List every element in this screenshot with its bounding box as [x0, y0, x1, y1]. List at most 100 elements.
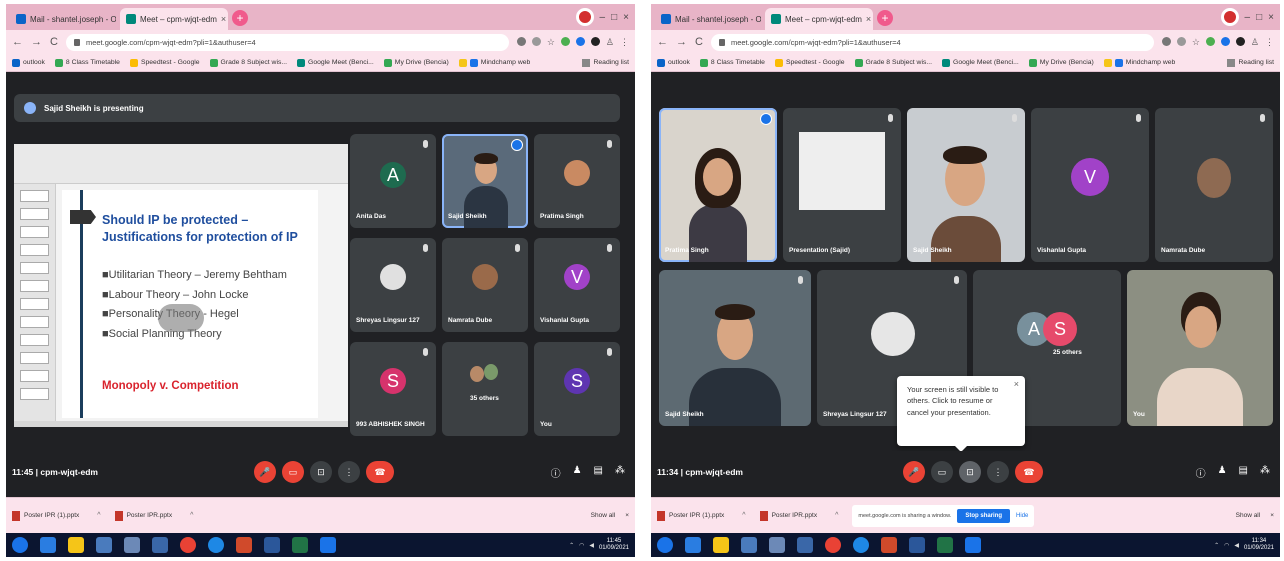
url-input[interactable]: meet.google.com/cpm-wjqt-edm?pli=1&authu…: [65, 33, 509, 51]
end-call-button[interactable]: ☎: [1015, 461, 1043, 483]
clock[interactable]: 11:34 01/09/2021: [1244, 538, 1274, 552]
participant-tile[interactable]: Shreyas Lingsur 127: [350, 238, 436, 332]
edge-icon[interactable]: [40, 537, 56, 553]
maximize-icon[interactable]: □: [1256, 12, 1262, 23]
tray-icon[interactable]: ⌃: [1214, 542, 1219, 549]
camera-toggle-button[interactable]: ▭: [931, 461, 953, 483]
download-item[interactable]: Poster IPR.pptx ^: [759, 510, 838, 521]
participant-tile[interactable]: A Anita Das: [350, 134, 436, 228]
bookmark-item[interactable]: My Drive (Bencia): [1028, 58, 1094, 67]
app-icon[interactable]: [152, 537, 168, 553]
participant-tile[interactable]: Sajid Sheikh: [907, 108, 1025, 262]
camera-icon[interactable]: [1161, 36, 1171, 46]
bookmark-item[interactable]: My Drive (Bencia): [383, 58, 449, 67]
new-tab-button[interactable]: +: [877, 10, 893, 26]
app-icon[interactable]: [741, 537, 757, 553]
mic-toggle-button[interactable]: 🎤: [903, 461, 925, 483]
menu-icon[interactable]: ⋮: [1265, 37, 1274, 48]
hide-button[interactable]: Hide: [1016, 513, 1028, 519]
chevron-up-icon[interactable]: ^: [97, 512, 100, 519]
wifi-icon[interactable]: ◠: [579, 542, 584, 549]
show-all-button[interactable]: Show all: [591, 512, 616, 519]
forward-icon[interactable]: →: [676, 36, 687, 48]
close-icon[interactable]: ×: [221, 14, 226, 24]
powerpoint-icon[interactable]: [236, 537, 252, 553]
share-icon[interactable]: [1176, 36, 1186, 46]
chrome-icon[interactable]: [825, 537, 841, 553]
bookmark-item[interactable]: Google Meet (Benci...: [297, 58, 374, 67]
app-icon[interactable]: [124, 537, 140, 553]
star-icon[interactable]: ☆: [1192, 37, 1200, 48]
app-icon[interactable]: [320, 537, 336, 553]
star-icon[interactable]: ☆: [547, 37, 555, 48]
end-call-button[interactable]: ☎: [366, 461, 394, 483]
excel-icon[interactable]: [292, 537, 308, 553]
app-icon[interactable]: [769, 537, 785, 553]
close-icon[interactable]: ×: [866, 14, 871, 24]
chrome-icon[interactable]: [853, 537, 869, 553]
chat-icon[interactable]: ▤: [1239, 465, 1248, 480]
new-tab-button[interactable]: +: [232, 10, 248, 26]
participant-tile[interactable]: Namrata Dube: [1155, 108, 1273, 262]
participant-tile[interactable]: Sajid Sheikh: [442, 134, 528, 228]
participant-tile[interactable]: S You: [534, 342, 620, 436]
tab-outlook[interactable]: Mail - shantel.joseph - Outlook ×: [10, 8, 116, 30]
activities-icon[interactable]: ⁂: [1260, 465, 1270, 480]
activities-icon[interactable]: ⁂: [615, 465, 625, 480]
start-icon[interactable]: [657, 537, 673, 553]
participant-tile[interactable]: You: [1127, 270, 1273, 426]
word-icon[interactable]: [264, 537, 280, 553]
chat-icon[interactable]: ▤: [594, 465, 603, 480]
present-button[interactable]: ⊡: [959, 461, 981, 483]
chevron-up-icon[interactable]: ^: [742, 512, 745, 519]
puzzle-icon[interactable]: [1235, 36, 1245, 46]
participant-tile[interactable]: S 993 ABHISHEK SINGH: [350, 342, 436, 436]
record-icon[interactable]: [575, 8, 594, 26]
app-icon[interactable]: [96, 537, 112, 553]
reload-icon[interactable]: C: [695, 36, 703, 48]
bookmark-item[interactable]: 8 Class Timetable: [54, 58, 120, 67]
chevron-up-icon[interactable]: ^: [190, 512, 193, 519]
participant-tile[interactable]: Namrata Dube: [442, 238, 528, 332]
bookmark-item[interactable]: Grade 8 Subject wis...: [209, 58, 287, 67]
mic-toggle-button[interactable]: 🎤: [254, 461, 276, 483]
participant-tile[interactable]: Pratima Singh: [659, 108, 777, 262]
stop-sharing-button[interactable]: Stop sharing: [957, 508, 1011, 523]
close-icon[interactable]: ×: [625, 512, 629, 519]
powerpoint-icon[interactable]: [881, 537, 897, 553]
participant-tile[interactable]: 35 others: [442, 342, 528, 436]
word-icon[interactable]: [909, 537, 925, 553]
clock[interactable]: 11:45 01/09/2021: [599, 538, 629, 552]
download-item[interactable]: Poster IPR (1).pptx ^: [657, 510, 746, 521]
back-icon[interactable]: ←: [12, 36, 23, 48]
camera-icon[interactable]: [516, 36, 526, 46]
download-item[interactable]: Poster IPR (1).pptx ^: [12, 510, 101, 521]
close-icon[interactable]: ×: [1014, 378, 1019, 392]
people-icon[interactable]: ♟: [573, 465, 582, 480]
present-button[interactable]: ⊡: [310, 461, 332, 483]
forward-icon[interactable]: →: [31, 36, 42, 48]
maximize-icon[interactable]: □: [611, 12, 617, 23]
participant-tile[interactable]: Sajid Sheikh: [659, 270, 811, 426]
info-icon[interactable]: ⓘ: [1196, 465, 1206, 480]
profile-icon[interactable]: ♙: [606, 37, 614, 48]
wifi-icon[interactable]: ◠: [1224, 542, 1229, 549]
info-icon[interactable]: ⓘ: [551, 465, 561, 480]
bookmark-item[interactable]: Mindchamp web: [458, 58, 530, 67]
edge-icon[interactable]: [685, 537, 701, 553]
more-options-button[interactable]: ⋮: [987, 461, 1009, 483]
tab-meet[interactable]: Meet – cpm-wjqt-edm ×: [765, 8, 873, 30]
record-icon[interactable]: [1220, 8, 1239, 26]
chevron-up-icon[interactable]: ^: [835, 512, 838, 519]
bookmark-item[interactable]: outlook: [12, 58, 45, 67]
extension-icon[interactable]: [575, 36, 585, 46]
camera-toggle-button[interactable]: ▭: [282, 461, 304, 483]
start-icon[interactable]: [12, 537, 28, 553]
bookmark-item[interactable]: outlook: [657, 58, 690, 67]
extension-icon[interactable]: [560, 36, 570, 46]
chrome-icon[interactable]: [180, 537, 196, 553]
extension-icon[interactable]: [1220, 36, 1230, 46]
puzzle-icon[interactable]: [590, 36, 600, 46]
close-icon[interactable]: ×: [1270, 512, 1274, 519]
presentation-tile[interactable]: Presentation (Sajid): [783, 108, 901, 262]
